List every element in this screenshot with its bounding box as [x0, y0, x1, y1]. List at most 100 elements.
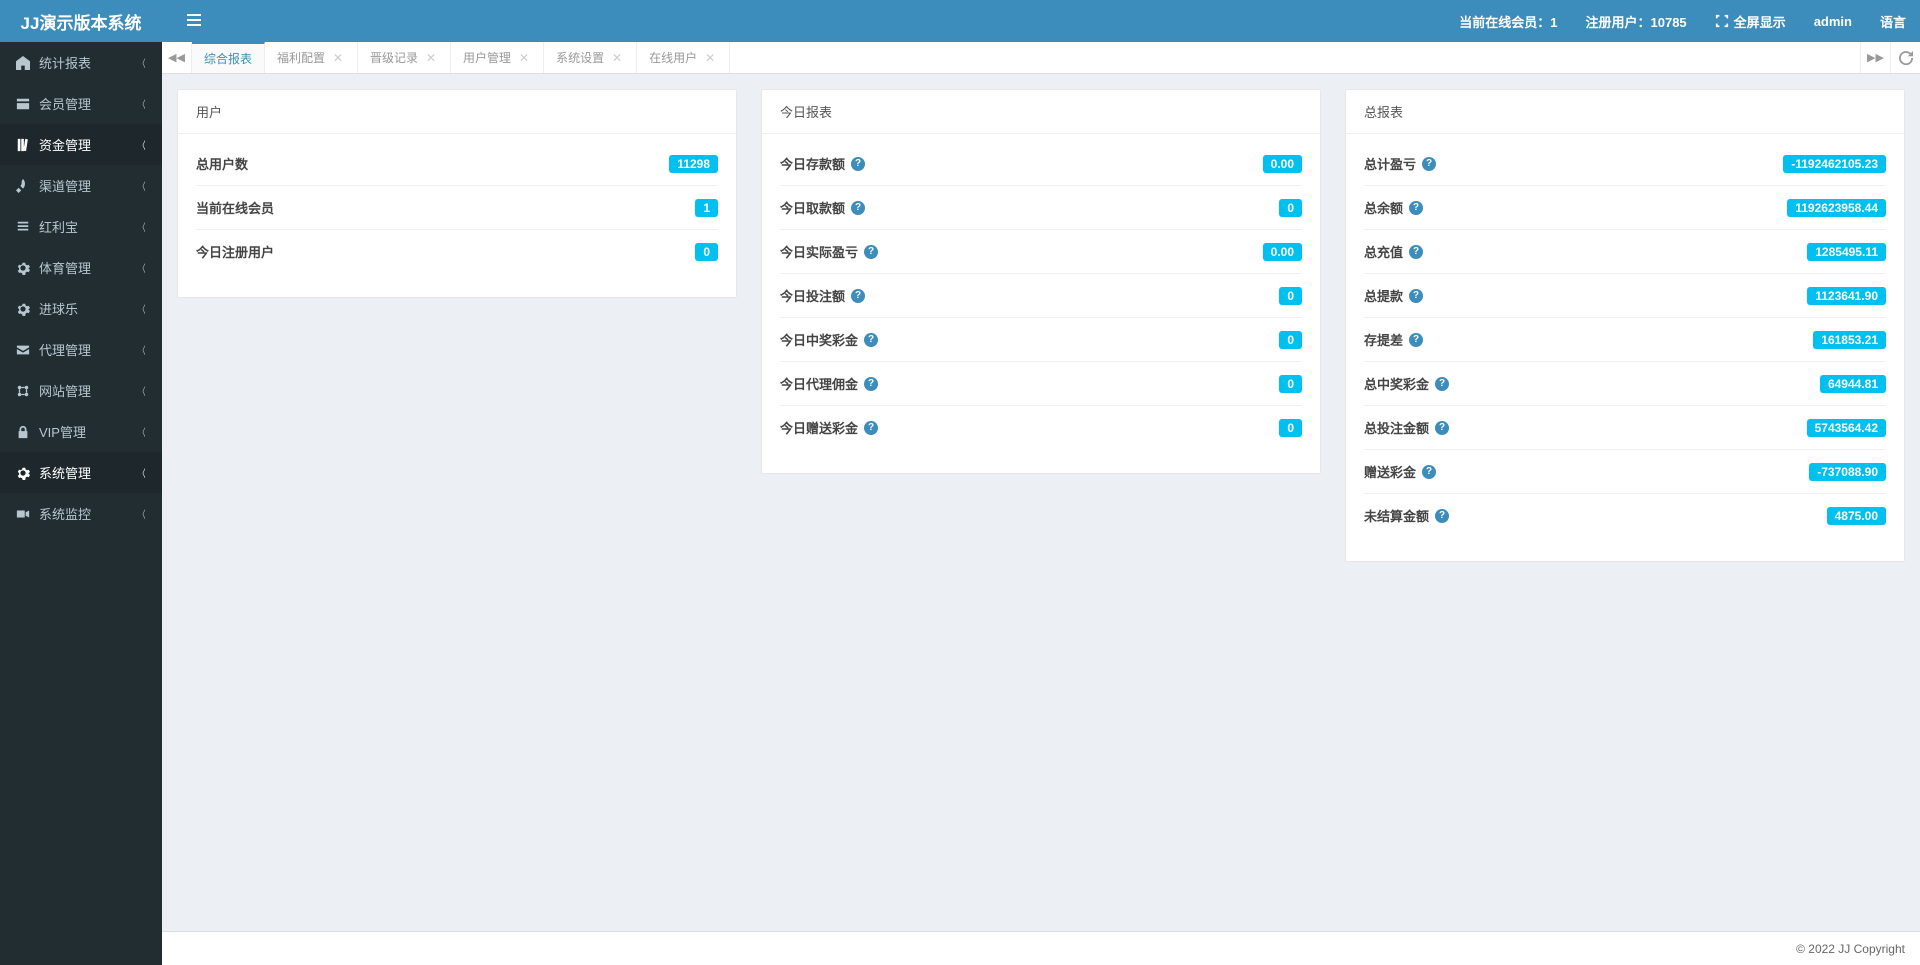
sidebar-toggle-button[interactable]: [177, 4, 211, 39]
chevron-left-icon: 〈: [139, 178, 146, 193]
stat-label: 今日中奖彩金 ?: [780, 330, 878, 349]
stat-value-badge: 11298: [669, 155, 718, 173]
mail-icon: [15, 343, 31, 357]
stat-row: 今日代理佣金 ?0: [780, 362, 1302, 406]
chevron-left-icon: 〈: [139, 465, 146, 480]
help-icon[interactable]: ?: [1435, 509, 1449, 523]
stat-value-badge: 5743564.42: [1807, 419, 1886, 437]
tab-close-button[interactable]: ✕: [517, 51, 531, 65]
user-menu[interactable]: admin: [1800, 0, 1866, 42]
sidebar-item-11[interactable]: 系统监控〈: [0, 493, 162, 534]
tab-5[interactable]: 在线用户✕: [637, 42, 730, 73]
sidebar-item-4[interactable]: 红利宝〈: [0, 206, 162, 247]
help-icon[interactable]: ?: [851, 157, 865, 171]
stat-label: 总中奖彩金 ?: [1364, 374, 1449, 393]
help-icon[interactable]: ?: [1435, 377, 1449, 391]
help-icon[interactable]: ?: [864, 421, 878, 435]
tabs-next-button[interactable]: ▶▶: [1860, 42, 1890, 73]
tab-close-button[interactable]: ✕: [610, 51, 624, 65]
sidebar-item-10[interactable]: 系统管理〈: [0, 452, 162, 493]
help-icon[interactable]: ?: [864, 377, 878, 391]
book-icon: [15, 138, 31, 152]
tab-4[interactable]: 系统设置 ✕: [544, 42, 637, 73]
chevron-left-icon: 〈: [139, 55, 146, 70]
sidebar-item-0[interactable]: 统计报表〈: [0, 42, 162, 83]
header: JJ演示版本系统 当前在线会员：1 注册用户：10785 全屏显示 admin …: [0, 0, 1920, 42]
sidebar-item-label: 体育管理: [39, 258, 137, 277]
stat-label: 今日实际盈亏 ?: [780, 242, 878, 261]
stat-value-badge: 0: [1279, 419, 1302, 437]
stat-label: 今日存款额 ?: [780, 154, 865, 173]
app-logo[interactable]: JJ演示版本系统: [0, 0, 162, 42]
stat-value-badge: 0: [1279, 375, 1302, 393]
sidebar-item-label: 渠道管理: [39, 176, 137, 195]
sidebar-item-7[interactable]: 代理管理〈: [0, 329, 162, 370]
sidebar-item-9[interactable]: VIP管理〈: [0, 411, 162, 452]
tab-close-button[interactable]: ✕: [331, 51, 345, 65]
chevron-left-icon: 〈: [139, 96, 146, 111]
sidebar-item-1[interactable]: 会员管理〈: [0, 83, 162, 124]
stat-value-badge: 0: [1279, 199, 1302, 217]
sidebar-item-label: 红利宝: [39, 217, 137, 236]
sidebar-item-5[interactable]: 体育管理〈: [0, 247, 162, 288]
tab-label: 用户管理: [463, 49, 511, 66]
stat-row: 今日注册用户0: [196, 230, 718, 273]
panel-title: 用户: [178, 90, 736, 134]
help-icon[interactable]: ?: [864, 245, 878, 259]
tabs-prev-button[interactable]: ◀◀: [162, 42, 192, 73]
help-icon[interactable]: ?: [1422, 465, 1436, 479]
help-icon[interactable]: ?: [1409, 201, 1423, 215]
chevron-left-icon: 〈: [139, 424, 146, 439]
sidebar-item-6[interactable]: 进球乐〈: [0, 288, 162, 329]
tab-close-button[interactable]: ✕: [703, 51, 717, 65]
help-icon[interactable]: ?: [1435, 421, 1449, 435]
sidebar-item-3[interactable]: 渠道管理〈: [0, 165, 162, 206]
chevron-left-icon: 〈: [139, 506, 146, 521]
gear-icon: [15, 302, 31, 316]
stat-row: 今日取款额 ?0: [780, 186, 1302, 230]
stat-label: 赠送彩金 ?: [1364, 462, 1436, 481]
help-icon[interactable]: ?: [864, 333, 878, 347]
stat-value-badge: 1192623958.44: [1787, 199, 1886, 217]
list-icon: [15, 220, 31, 234]
stat-row: 存提差 ?161853.21: [1364, 318, 1886, 362]
tab-2[interactable]: 晋级记录✕: [358, 42, 451, 73]
sidebar-item-label: 系统监控: [39, 504, 137, 523]
registered-users-link[interactable]: 注册用户：10785: [1572, 0, 1701, 42]
tab-close-button[interactable]: ✕: [424, 51, 438, 65]
tabs-refresh-button[interactable]: [1890, 42, 1920, 73]
stat-label: 总投注金额 ?: [1364, 418, 1449, 437]
fullscreen-icon: [1715, 14, 1729, 28]
chevron-left-icon: 〈: [139, 301, 146, 316]
stat-value-badge: 0: [695, 243, 718, 261]
fullscreen-button[interactable]: 全屏显示: [1701, 0, 1800, 42]
tab-3[interactable]: 用户管理 ✕: [451, 42, 544, 73]
help-icon[interactable]: ?: [1409, 333, 1423, 347]
stat-row: 赠送彩金 ? -737088.90: [1364, 450, 1886, 494]
tab-1[interactable]: 福利配置✕: [265, 42, 358, 73]
stat-label: 当前在线会员: [196, 198, 274, 217]
sidebar-item-2[interactable]: 资金管理〈: [0, 124, 162, 165]
help-icon[interactable]: ?: [1409, 245, 1423, 259]
sidebar-item-8[interactable]: 网站管理〈: [0, 370, 162, 411]
stat-value-badge: 0.00: [1263, 155, 1302, 173]
stat-value-badge: 0: [1279, 331, 1302, 349]
language-menu[interactable]: 语言: [1866, 0, 1920, 42]
stat-value-badge: 1123641.90: [1807, 287, 1886, 305]
chevron-left-icon: 〈: [139, 342, 146, 357]
online-members-link[interactable]: 当前在线会员：1: [1445, 0, 1571, 42]
stat-row: 未结算金额 ?4875.00: [1364, 494, 1886, 537]
help-icon[interactable]: ?: [1409, 289, 1423, 303]
help-icon[interactable]: ?: [851, 289, 865, 303]
sidebar-item-label: 会员管理: [39, 94, 137, 113]
tab-label: 系统设置: [556, 49, 604, 66]
stat-row: 总投注金额 ? 5743564.42: [1364, 406, 1886, 450]
stat-value-badge: -737088.90: [1809, 463, 1886, 481]
help-icon[interactable]: ?: [1422, 157, 1436, 171]
stat-row: 今日投注额 ?0: [780, 274, 1302, 318]
chevron-left-icon: 〈: [139, 219, 146, 234]
main-area: ◀◀ 综合报表福利配置✕晋级记录✕用户管理✕系统设置✕在线用户✕ ▶▶ 用户 总…: [162, 42, 1920, 965]
sidebar-item-label: 统计报表: [39, 53, 137, 72]
help-icon[interactable]: ?: [851, 201, 865, 215]
tab-0[interactable]: 综合报表: [192, 42, 265, 73]
